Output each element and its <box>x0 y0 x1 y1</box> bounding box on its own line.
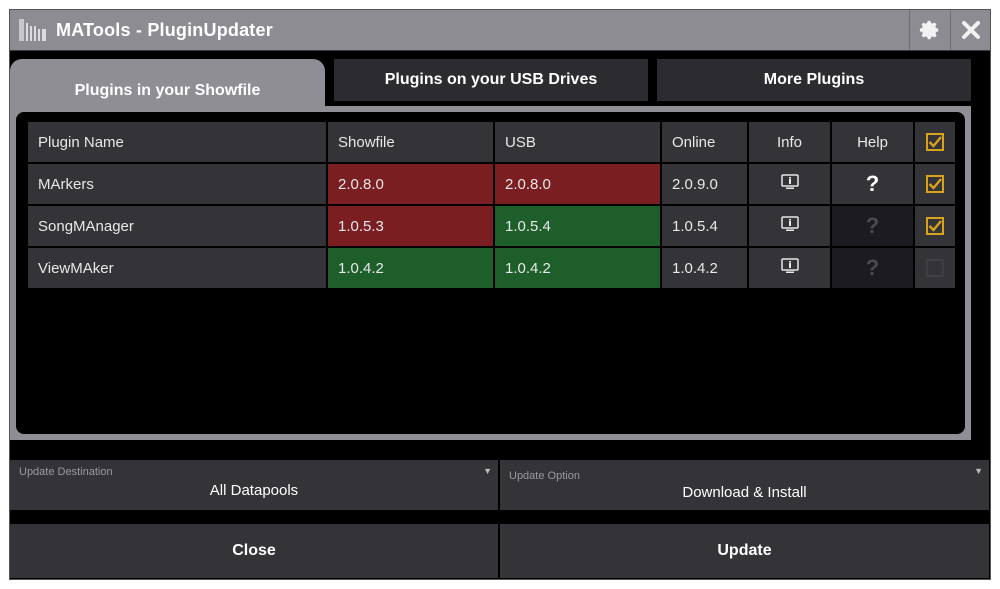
header-online[interactable]: Online <box>662 122 747 162</box>
info-button[interactable] <box>749 206 830 246</box>
table-header-row: Plugin Name Showfile USB Online Info Hel… <box>28 122 955 162</box>
info-icon <box>780 258 799 273</box>
header-plugin-name[interactable]: Plugin Name <box>28 122 326 162</box>
update-destination-label: Update Destination <box>19 466 113 478</box>
tab-more-plugins[interactable]: More Plugins <box>657 59 971 101</box>
help-button[interactable]: ? <box>832 206 913 246</box>
dropdown-arrow-icon: ▼ <box>483 466 492 476</box>
info-button[interactable] <box>749 164 830 204</box>
matools-logo-icon <box>19 19 46 41</box>
settings-button[interactable] <box>909 10 950 50</box>
update-button[interactable]: Update <box>500 524 989 578</box>
plugin-name: SongMAnager <box>28 206 326 246</box>
window-title: MATools - PluginUpdater <box>56 20 273 40</box>
update-option-label: Update Option <box>509 470 580 482</box>
usb-version: 1.0.4.2 <box>495 248 660 288</box>
plugin-table: Plugin Name Showfile USB Online Info Hel… <box>26 120 957 290</box>
plugin-name: MArkers <box>28 164 326 204</box>
help-icon: ? <box>865 255 880 280</box>
header-usb[interactable]: USB <box>495 122 660 162</box>
online-version: 1.0.5.4 <box>662 206 747 246</box>
showfile-version: 1.0.4.2 <box>328 248 493 288</box>
online-version: 2.0.9.0 <box>662 164 747 204</box>
table-row[interactable]: MArkers 2.0.8.0 2.0.8.0 2.0.9.0 ? <box>28 164 955 204</box>
help-button[interactable]: ? <box>832 248 913 288</box>
gear-icon <box>919 20 939 40</box>
tab-label: More Plugins <box>763 71 865 88</box>
update-destination-select[interactable]: Update Destination All Datapools ▼ <box>10 460 498 510</box>
update-option-select[interactable]: Update Option Download & Install ▼ <box>500 460 989 510</box>
table-row[interactable]: ViewMAker 1.0.4.2 1.0.4.2 1.0.4.2 ? <box>28 248 955 288</box>
update-destination-value: All Datapools <box>209 482 299 499</box>
checkbox-icon <box>926 133 944 152</box>
plugin-table-panel: Plugin Name Showfile USB Online Info Hel… <box>16 112 965 434</box>
dropdown-arrow-icon: ▼ <box>974 466 983 476</box>
checkbox-icon <box>926 175 944 194</box>
showfile-version: 2.0.8.0 <box>328 164 493 204</box>
header-info: Info <box>749 122 830 162</box>
help-button[interactable]: ? <box>832 164 913 204</box>
help-icon: ? <box>865 171 880 196</box>
info-icon <box>780 216 799 231</box>
online-version: 1.0.4.2 <box>662 248 747 288</box>
info-button[interactable] <box>749 248 830 288</box>
tab-plugins-usb[interactable]: Plugins on your USB Drives <box>334 59 648 101</box>
row-checkbox[interactable] <box>915 164 955 204</box>
update-option-value: Download & Install <box>682 484 807 501</box>
select-all-checkbox[interactable] <box>915 122 955 162</box>
help-icon: ? <box>865 213 880 238</box>
close-window-button[interactable] <box>950 10 991 50</box>
header-help: Help <box>832 122 913 162</box>
checkbox-icon <box>926 217 944 236</box>
close-icon <box>962 21 980 39</box>
table-row[interactable]: SongMAnager 1.0.5.3 1.0.5.4 1.0.5.4 ? <box>28 206 955 246</box>
title-bar[interactable]: MATools - PluginUpdater <box>10 10 990 51</box>
plugin-name: ViewMAker <box>28 248 326 288</box>
showfile-version: 1.0.5.3 <box>328 206 493 246</box>
checkbox-icon <box>926 259 944 278</box>
row-checkbox[interactable] <box>915 248 955 288</box>
header-showfile[interactable]: Showfile <box>328 122 493 162</box>
usb-version: 2.0.8.0 <box>495 164 660 204</box>
tab-label: Plugins on your USB Drives <box>384 71 598 88</box>
info-icon <box>780 174 799 189</box>
tab-label: Plugins in your Showfile <box>74 81 261 99</box>
plugin-table-frame: Plugin Name Showfile USB Online Info Hel… <box>10 106 971 440</box>
usb-version: 1.0.5.4 <box>495 206 660 246</box>
row-checkbox[interactable] <box>915 206 955 246</box>
close-button[interactable]: Close <box>10 524 498 578</box>
